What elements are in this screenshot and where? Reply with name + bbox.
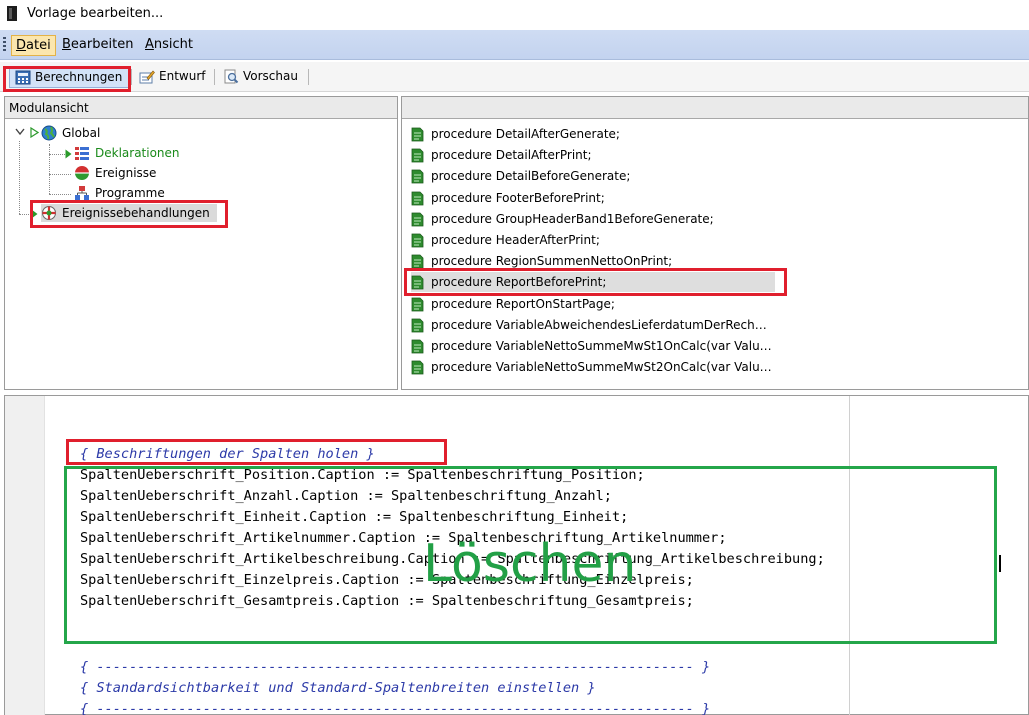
- code-line: { --------------------------------------…: [80, 659, 711, 675]
- tree-node-deklarationen[interactable]: Deklarationen: [74, 144, 194, 162]
- procedure-item[interactable]: procedure DetailBeforeGenerate;: [411, 166, 775, 186]
- title-bar: Vorlage bearbeiten...: [0, 0, 1029, 29]
- procedure-label: procedure ReportOnStartPage;: [431, 296, 615, 311]
- procedure-item[interactable]: procedure GroupHeaderBand1BeforeGenerate…: [411, 209, 775, 229]
- pencil-form-icon: [139, 70, 155, 84]
- events-icon: [75, 166, 89, 180]
- procedure-icon: [411, 233, 424, 248]
- procedure-icon: [411, 191, 424, 205]
- vorschau-button[interactable]: Vorschau: [218, 67, 306, 88]
- tree-node-global-label: Global: [62, 126, 101, 140]
- tree-connector: [49, 144, 50, 194]
- procedure-item[interactable]: procedure DetailAfterPrint;: [411, 145, 775, 165]
- procedure-label: procedure HeaderAfterPrint;: [431, 233, 600, 247]
- procedure-label: procedure VariableNettoSummeMwSt2OnCalc(…: [431, 360, 772, 375]
- module-view-panel: Modulansicht Global Deklarationen Ereign…: [4, 96, 398, 390]
- procedure-icon: [411, 169, 424, 184]
- highlight-berechnungen: [3, 66, 131, 92]
- procedure-label: procedure DetailBeforeGenerate;: [431, 169, 631, 184]
- menu-grip-handle[interactable]: [3, 37, 6, 53]
- editor-gutter: [5, 396, 45, 715]
- procedure-item[interactable]: procedure HeaderAfterPrint;: [411, 230, 775, 250]
- procedure-icon: [411, 339, 424, 354]
- procedure-list-header: [402, 97, 1028, 119]
- declarations-list-icon: [75, 147, 89, 160]
- highlight-report-before-print: [404, 268, 787, 296]
- procedure-icon: [411, 148, 424, 163]
- tree-node-deklarationen-label: Deklarationen: [95, 146, 180, 160]
- play-arrow-icon: [65, 149, 72, 159]
- tree-connector: [19, 141, 20, 214]
- procedure-item[interactable]: procedure VariableAbweichendesLieferdatu…: [411, 315, 775, 335]
- menu-datei-accel: D: [16, 38, 27, 53]
- procedure-icon: [411, 127, 424, 142]
- highlight-ereignissebehandlungen: [30, 200, 228, 228]
- menu-bearbeiten[interactable]: Bearbeiten: [58, 35, 137, 56]
- menu-ansicht-accel: A: [145, 37, 154, 52]
- app-icon: [7, 6, 17, 21]
- programs-icon: [75, 186, 89, 200]
- code-line: { --------------------------------------…: [80, 701, 711, 715]
- procedure-label: procedure VariableAbweichendesLieferdatu…: [431, 317, 767, 332]
- procedure-icon: [411, 254, 424, 269]
- tree-connector: [49, 154, 65, 155]
- menu-ansicht[interactable]: Ansicht: [141, 35, 197, 56]
- globe-icon: [41, 125, 57, 141]
- procedure-label: procedure VariableNettoSummeMwSt1OnCalc(…: [431, 339, 772, 353]
- vorschau-label: Vorschau: [243, 69, 298, 83]
- menu-datei-label: atei: [26, 38, 51, 53]
- menu-datei[interactable]: Datei: [11, 35, 56, 56]
- window-title: Vorlage bearbeiten...: [27, 6, 164, 21]
- procedure-item[interactable]: procedure ReportOnStartPage;: [411, 294, 775, 314]
- tree-connector: [49, 194, 71, 195]
- chevron-down-icon[interactable]: [15, 128, 25, 136]
- code-line: { Standardsichtbarkeit und Standard-Spal…: [80, 680, 596, 696]
- menu-bar: Datei Bearbeiten Ansicht: [0, 30, 1029, 60]
- procedure-label: procedure FooterBeforePrint;: [431, 190, 605, 205]
- procedure-icon: [411, 297, 424, 311]
- procedure-label: procedure GroupHeaderBand1BeforeGenerate…: [431, 211, 714, 226]
- toolbar-separator: [214, 69, 215, 85]
- procedure-icon: [411, 212, 424, 227]
- entwurf-button[interactable]: Entwurf: [134, 67, 214, 88]
- tree-node-ereignisse[interactable]: Ereignisse: [74, 164, 174, 182]
- procedure-label: procedure DetailAfterGenerate;: [431, 127, 620, 141]
- menu-bearbeiten-label: earbeiten: [70, 37, 134, 52]
- text-caret: [999, 555, 1001, 572]
- toolbar-separator: [131, 69, 132, 85]
- tree-connector: [49, 174, 71, 175]
- highlight-comment-header: [66, 439, 447, 465]
- menu-bearbeiten-accel: B: [62, 37, 71, 52]
- procedure-list-panel: procedure DetailAfterGenerate; procedure …: [401, 96, 1029, 390]
- module-view-header: Modulansicht: [5, 97, 397, 119]
- toolbar: Berechnungen Entwurf Vorschau: [0, 62, 1029, 92]
- loeschen-annotation: Löschen: [423, 534, 637, 594]
- procedure-item[interactable]: procedure DetailAfterGenerate;: [411, 124, 775, 144]
- procedure-icon: [411, 318, 424, 333]
- play-arrow-icon: [30, 127, 39, 138]
- procedure-label: procedure DetailAfterPrint;: [431, 148, 592, 163]
- tree-node-ereignisse-label: Ereignisse: [95, 166, 157, 180]
- entwurf-label: Entwurf: [159, 69, 206, 83]
- magnifier-page-icon: [224, 69, 239, 84]
- menu-ansicht-label: nsicht: [153, 37, 194, 52]
- procedure-icon: [411, 360, 424, 375]
- procedure-item[interactable]: procedure VariableNettoSummeMwSt2OnCalc(…: [411, 357, 775, 377]
- procedure-item[interactable]: procedure FooterBeforePrint;: [411, 188, 775, 208]
- procedure-item[interactable]: procedure VariableNettoSummeMwSt1OnCalc(…: [411, 336, 775, 356]
- tree-node-global[interactable]: Global: [41, 124, 131, 142]
- toolbar-separator: [308, 69, 309, 85]
